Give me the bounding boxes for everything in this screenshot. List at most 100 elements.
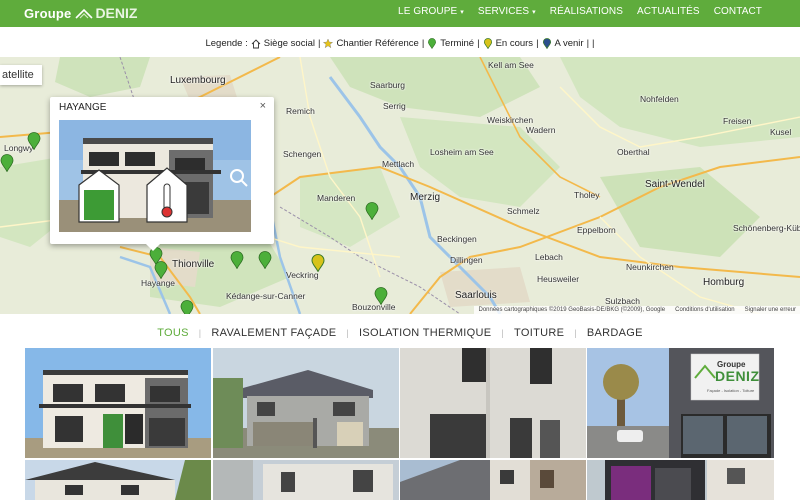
projects-gallery: Groupe DENIZ Façade - Isolation - Toitur…	[25, 348, 774, 500]
nav-item-label: SERVICES	[477, 6, 530, 17]
attribution-text: Données cartographiques ©2019 GeoBasis-D…	[478, 307, 666, 313]
filter-bardage[interactable]: BARDAGE	[587, 327, 643, 339]
filter-isolation-thermique[interactable]: ISOLATION THERMIQUE	[359, 327, 491, 339]
map-label: Schmelz	[507, 206, 540, 216]
brand-name-part2: DENIZ	[95, 5, 138, 21]
legend-label-chantier: Chantier Référence	[336, 38, 419, 49]
gallery-tile[interactable]	[400, 460, 586, 500]
map-label: Kusel	[770, 127, 792, 137]
popup-pointer	[146, 244, 160, 251]
map-label: Freisen	[723, 116, 752, 126]
satellite-toggle-button[interactable]: atellite	[0, 65, 42, 85]
map-label: Hayange	[141, 278, 176, 288]
map-label: Weiskirchen	[487, 115, 534, 125]
legend-prefix: Legende :	[205, 38, 248, 49]
pin-blue-icon	[542, 38, 551, 49]
map-label: Beckingen	[437, 234, 477, 244]
map-label: Wadern	[526, 125, 556, 135]
map-label: Luxembourg	[170, 75, 226, 86]
map-label: Merzig	[410, 192, 441, 203]
close-icon[interactable]: ×	[260, 100, 266, 112]
star-icon	[323, 38, 334, 49]
legend-separator: |	[592, 38, 595, 49]
filter-separator: |	[346, 328, 349, 338]
house-photo	[59, 120, 251, 232]
terms-link[interactable]: Conditions d'utilisation	[675, 307, 735, 313]
map-label: Homburg	[703, 277, 745, 288]
chevron-down-icon: ▾	[532, 9, 536, 16]
map-label: Serrig	[383, 101, 406, 111]
map-label: Kell am See	[488, 60, 534, 70]
legend-separator: |	[421, 38, 425, 49]
chevron-down-icon: ▾	[460, 9, 464, 16]
map-legend: Legende : Siège social | Chantier Référe…	[0, 38, 800, 49]
map-label: Remich	[286, 106, 315, 116]
gallery-tile[interactable]	[400, 348, 586, 458]
map-label: Sulzbach	[605, 296, 640, 306]
map-info-popup: HAYANGE ×	[50, 97, 274, 251]
nav-item-contact[interactable]: CONTACT	[714, 6, 762, 17]
category-filters: TOUS | RAVALEMENT FAÇADE | ISOLATION THE…	[0, 327, 800, 339]
pin-green-icon[interactable]	[0, 154, 14, 172]
sign-brand-part2: DENIZ	[715, 368, 760, 384]
nav-item-services[interactable]: SERVICES ▾	[478, 6, 536, 17]
pin-green-icon[interactable]	[365, 202, 379, 220]
map-label: Manderen	[317, 193, 356, 203]
filter-tous[interactable]: TOUS	[157, 327, 189, 339]
gallery-tile[interactable]	[213, 348, 399, 458]
map-label: Eppelborn	[577, 225, 616, 235]
map-label: Saint-Wendel	[645, 179, 705, 190]
legend-label-termine: Terminé	[440, 38, 475, 49]
sign-tagline: Façade - Isolation - Toiture	[707, 388, 755, 393]
map-label: Saarburg	[370, 80, 405, 90]
legend-label-siege: Siège social	[263, 38, 315, 49]
legend-label-avenir: A venir	[554, 38, 584, 49]
gallery-tile[interactable]: Groupe DENIZ Façade - Isolation - Toitur…	[587, 348, 774, 458]
map-label: Saarlouis	[455, 290, 497, 301]
gallery-tile[interactable]	[213, 460, 399, 500]
nav-item-le-groupe[interactable]: LE GROUPE ▾	[398, 6, 464, 17]
pin-green-icon[interactable]	[374, 287, 388, 305]
brand-logo[interactable]: Groupe DENIZ	[24, 5, 137, 21]
nav-item-realisations[interactable]: RÉALISATIONS	[550, 6, 623, 17]
map-label: Tholey	[574, 190, 600, 200]
filter-separator: |	[198, 328, 202, 338]
pin-green-icon	[428, 38, 437, 49]
legend-separator: |	[477, 38, 480, 49]
pin-green-icon[interactable]	[27, 132, 41, 150]
map-label: Lebach	[535, 252, 563, 262]
pin-green-icon[interactable]	[180, 300, 194, 314]
filter-toiture[interactable]: TOITURE	[514, 327, 564, 339]
report-error-link[interactable]: Signaler une erreur	[745, 307, 796, 313]
nav-item-label: LE GROUPE	[398, 6, 458, 17]
map-label: Oberthal	[617, 147, 650, 157]
map-label: Neunkirchen	[626, 262, 674, 272]
filter-separator: |	[501, 328, 505, 338]
popup-project-image[interactable]	[59, 120, 251, 232]
legend-label-encours: En cours	[495, 38, 534, 49]
nav-item-actualites[interactable]: ACTUALITÉS	[637, 6, 700, 17]
map-label: Kédange-sur-Canner	[226, 291, 306, 301]
popup-title: HAYANGE	[59, 102, 107, 113]
gallery-tile[interactable]	[25, 348, 211, 458]
map-label: Dillingen	[450, 255, 483, 265]
brand-name-part1: Groupe	[24, 5, 72, 21]
filter-separator: |	[574, 328, 577, 338]
map-label: Schönenberg-Kübelberg	[733, 223, 800, 233]
legend-separator: |	[317, 38, 321, 49]
gallery-tile[interactable]	[587, 460, 774, 500]
map-label: Mettlach	[382, 159, 415, 169]
filter-ravalement-facade[interactable]: RAVALEMENT FAÇADE	[211, 327, 336, 339]
pin-yellow-icon	[483, 38, 492, 49]
main-menu: LE GROUPE ▾ SERVICES ▾ RÉALISATIONS ACTUAL…	[398, 6, 762, 17]
pin-green-icon[interactable]	[258, 251, 272, 269]
pin-green-icon[interactable]	[230, 251, 244, 269]
roof-logo-icon	[75, 8, 94, 19]
top-navbar: Groupe DENIZ LE GROUPE ▾ SERVICES ▾ RÉALIS…	[0, 0, 800, 27]
pin-yellow-icon[interactable]	[311, 254, 325, 272]
gallery-tile[interactable]	[25, 460, 211, 500]
map-label: Losheim am See	[430, 147, 494, 157]
map-label: Thionville	[172, 259, 215, 270]
map-attribution: Données cartographiques ©2019 GeoBasis-D…	[474, 306, 800, 314]
pin-green-icon[interactable]	[154, 261, 168, 279]
